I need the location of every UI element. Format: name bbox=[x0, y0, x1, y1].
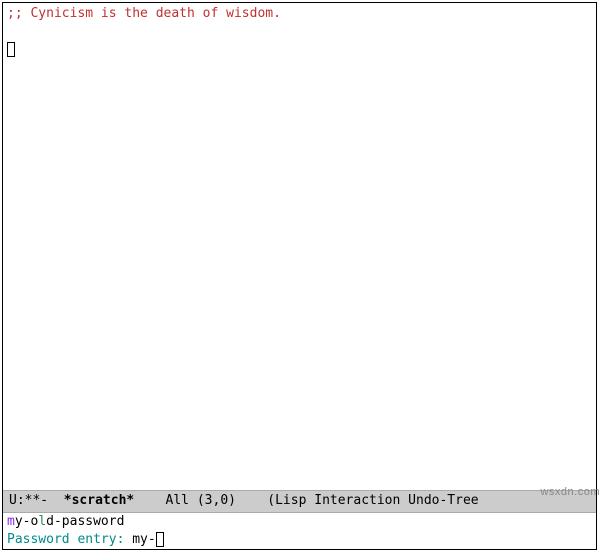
editor-buffer[interactable]: ;; Cynicism is the death of wisdom. bbox=[3, 3, 596, 490]
mode-line[interactable]: U:**- *scratch* All (3,0) (Lisp Interact… bbox=[3, 490, 596, 512]
minibuffer[interactable]: my-old-password Password entry: my- bbox=[3, 513, 596, 549]
scratch-comment: ;; Cynicism is the death of wisdom. bbox=[7, 5, 592, 23]
editor-blank-line bbox=[7, 23, 592, 41]
editor-cursor-line bbox=[7, 41, 592, 59]
minibuffer-prompt-line[interactable]: Password entry: my- bbox=[7, 531, 592, 549]
modeline-buffer-name: *scratch* bbox=[64, 492, 134, 510]
modeline-status: U:**- bbox=[9, 492, 48, 510]
minibuffer-prompt: Password entry: bbox=[7, 532, 132, 547]
modeline-modes: (Lisp Interaction Undo-Tree bbox=[267, 492, 478, 510]
watermark: wsxdn.com bbox=[540, 485, 600, 500]
minibuffer-input[interactable]: my- bbox=[132, 532, 155, 547]
completion-candidate: my-old-password bbox=[7, 513, 592, 531]
minibuffer-cursor-icon bbox=[156, 532, 164, 547]
emacs-frame: ;; Cynicism is the death of wisdom. U:**… bbox=[2, 2, 597, 550]
modeline-position: All (3,0) bbox=[166, 492, 236, 510]
cursor-icon bbox=[7, 42, 15, 57]
